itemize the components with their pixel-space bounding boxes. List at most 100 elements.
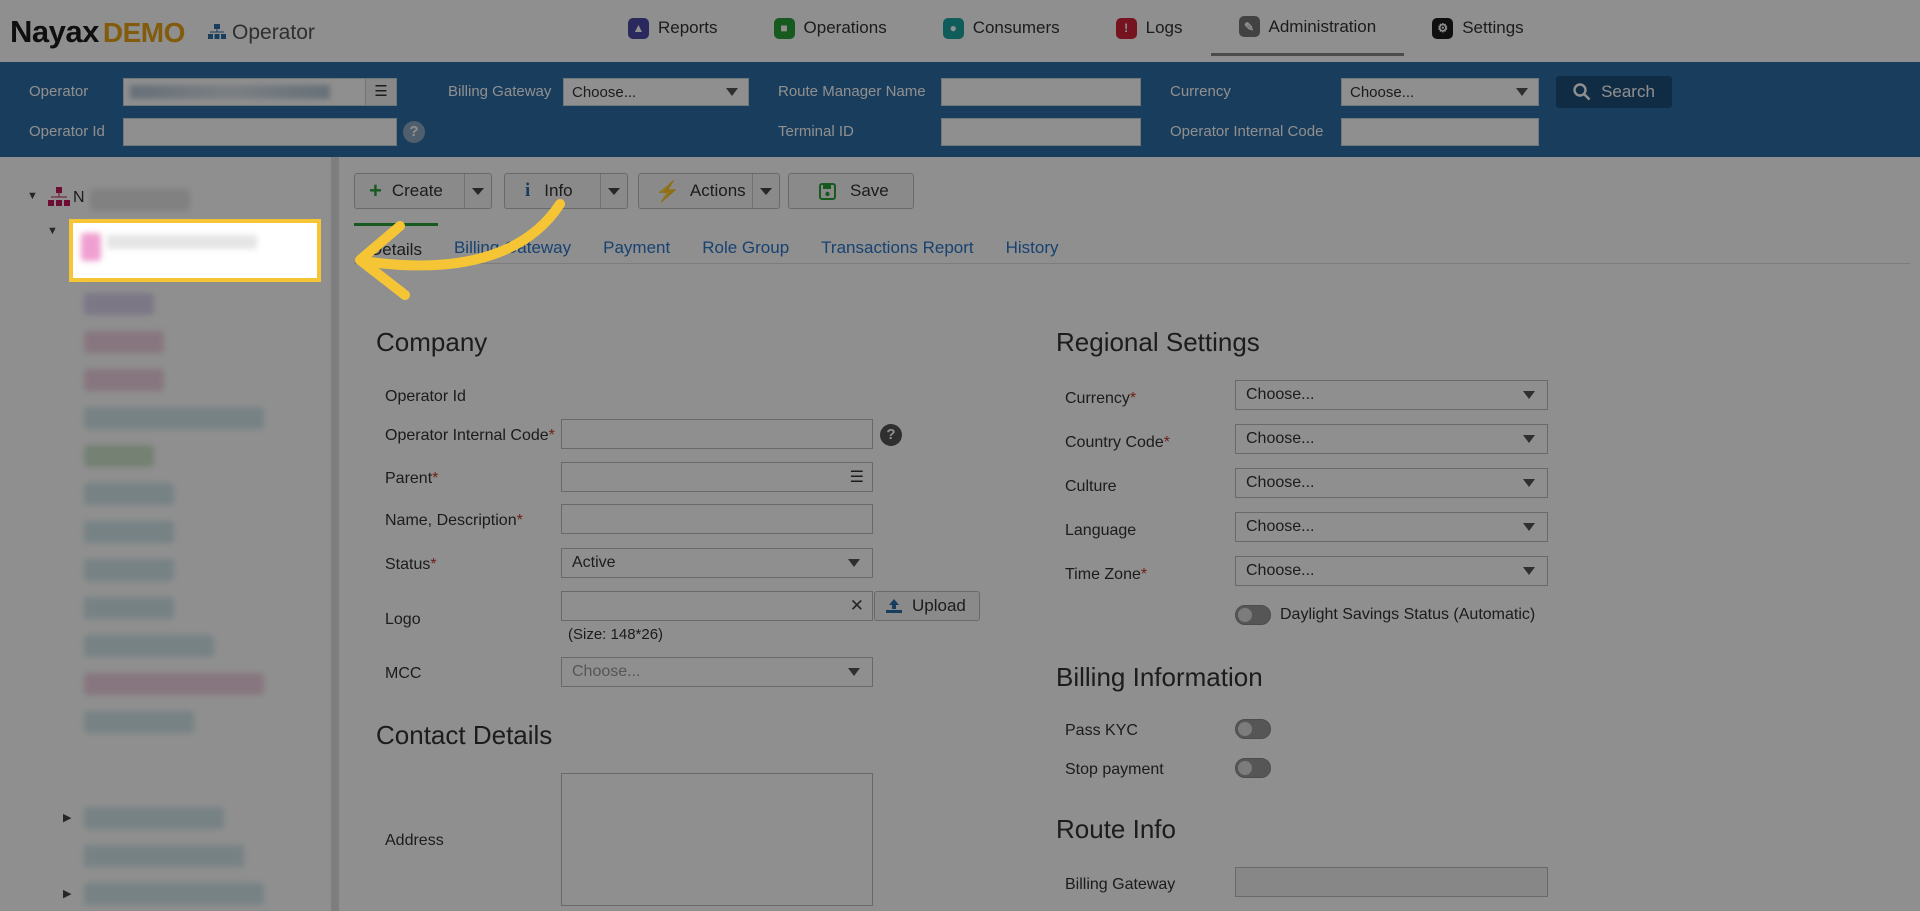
nav-operations[interactable]: ■ Operations (746, 0, 915, 56)
settings-icon: ⚙ (1432, 17, 1454, 39)
tree-item[interactable] (84, 483, 174, 505)
panel-splitter[interactable] (331, 157, 339, 911)
mcc-select[interactable]: Choose... (561, 657, 873, 687)
tree-item[interactable] (84, 369, 164, 391)
actions-button[interactable]: ⚡ Actions (638, 173, 780, 209)
nav-label: Administration (1268, 16, 1377, 36)
list-icon[interactable]: ☰ (365, 79, 396, 105)
actions-dropdown-toggle[interactable] (752, 174, 779, 208)
country-code-select[interactable]: Choose... (1235, 424, 1548, 454)
tree-root-label[interactable]: N (73, 189, 85, 207)
operator-internal-code-filter-input[interactable] (1341, 118, 1539, 146)
help-icon[interactable]: ? (880, 424, 902, 446)
regional-section-title: Regional Settings (1056, 327, 1260, 357)
nav-reports[interactable]: ▲ Reports (600, 0, 746, 56)
label-text: Operator Internal Code (385, 427, 549, 444)
terminal-id-label: Terminal ID (778, 123, 854, 140)
tree-item[interactable] (84, 293, 154, 315)
name-description-field[interactable] (561, 504, 873, 534)
pass-kyc-toggle[interactable] (1235, 719, 1271, 739)
logs-icon: ! (1115, 17, 1137, 39)
info-dropdown-toggle[interactable] (600, 174, 627, 208)
upload-label: Upload (912, 596, 966, 615)
select-value: Choose... (1350, 84, 1415, 101)
tree-item[interactable] (84, 407, 264, 429)
list-icon[interactable]: ☰ (850, 467, 864, 487)
company-section-title: Company (376, 327, 488, 357)
billing-gateway-select[interactable]: Choose... (563, 78, 749, 106)
terminal-id-input[interactable] (941, 118, 1141, 146)
chevron-down-icon[interactable]: ▼ (27, 190, 38, 202)
operator-id-input[interactable] (123, 118, 397, 146)
tab-transactions-report[interactable]: Transactions Report (805, 223, 989, 263)
help-icon[interactable]: ? (403, 121, 425, 143)
time-zone-select[interactable]: Choose... (1235, 556, 1548, 586)
tab-role-group[interactable]: Role Group (686, 223, 805, 263)
tree-item[interactable] (84, 635, 214, 657)
search-button[interactable]: Search (1556, 76, 1672, 108)
route-manager-input[interactable] (941, 78, 1141, 106)
required-marker: * (432, 470, 439, 487)
tree-item[interactable] (90, 189, 190, 211)
tree-item[interactable] (84, 673, 264, 695)
pass-kyc-label: Pass KYC (1065, 722, 1138, 739)
status-select[interactable]: Active (561, 548, 873, 578)
tree-item[interactable] (84, 445, 154, 467)
parent-field[interactable]: ☰ (561, 462, 873, 492)
address-textarea[interactable] (561, 773, 873, 906)
chevron-right-icon[interactable]: ▶ (63, 887, 71, 900)
nav-logs[interactable]: ! Logs (1088, 0, 1211, 56)
language-select[interactable]: Choose... (1235, 512, 1548, 542)
operator-id-field-label: Operator Id (385, 388, 466, 405)
chevron-down-icon[interactable]: ▼ (47, 225, 58, 237)
chevron-down-icon (1523, 391, 1535, 399)
tree-item[interactable] (84, 559, 174, 581)
operator-id-label: Operator Id (29, 123, 105, 140)
clear-icon[interactable]: ✕ (850, 596, 864, 616)
logo-file-field[interactable]: ✕ (561, 591, 873, 621)
save-button[interactable]: Save (788, 173, 914, 209)
tree-item[interactable] (84, 597, 174, 619)
operations-icon: ■ (773, 17, 795, 39)
operator-internal-code-field[interactable] (561, 419, 873, 449)
nav-administration[interactable]: ✎ Administration (1210, 0, 1405, 56)
chevron-down-icon (726, 88, 738, 96)
currency-filter-select[interactable]: Choose... (1341, 78, 1539, 106)
operator-picker-input[interactable]: ☰ (123, 78, 397, 106)
tab-payment[interactable]: Payment (587, 223, 686, 263)
stop-payment-toggle[interactable] (1235, 758, 1271, 778)
dst-toggle[interactable] (1235, 605, 1271, 625)
tab-divider (354, 263, 1910, 264)
nav-label: Reports (658, 18, 718, 37)
logo-size-hint: (Size: 148*26) (568, 626, 664, 643)
currency-select[interactable]: Choose... (1235, 380, 1548, 410)
time-zone-field-label: Time Zone* (1065, 566, 1147, 584)
culture-select[interactable]: Choose... (1235, 468, 1548, 498)
nav-settings[interactable]: ⚙ Settings (1404, 0, 1551, 56)
highlighted-tree-node[interactable] (69, 219, 321, 282)
billing-gateway-label: Billing Gateway (448, 83, 552, 100)
tree-item[interactable] (84, 883, 264, 905)
parent-field-label: Parent* (385, 470, 438, 488)
route-billing-gateway-label: Billing Gateway (1065, 876, 1176, 893)
chevron-down-icon (1523, 523, 1535, 531)
nayax-logo[interactable]: Nayax DEMO (10, 14, 185, 50)
tree-item[interactable] (84, 331, 164, 353)
upload-button[interactable]: Upload (874, 591, 980, 621)
nav-consumers[interactable]: ● Consumers (915, 0, 1088, 56)
tab-history[interactable]: History (990, 223, 1075, 263)
brand-demo: DEMO (102, 17, 186, 48)
chevron-down-icon (1523, 479, 1535, 487)
nav-label: Consumers (972, 18, 1060, 37)
tree-item[interactable] (84, 807, 224, 829)
language-field-label: Language (1065, 522, 1137, 539)
tree-item[interactable] (84, 845, 244, 867)
chevron-right-icon[interactable]: ▶ (63, 811, 71, 824)
tree-item[interactable] (84, 711, 194, 733)
chevron-down-icon (848, 559, 860, 567)
tutorial-arrow-icon (355, 199, 565, 300)
tree-item[interactable] (84, 521, 174, 543)
upload-icon (886, 599, 902, 613)
actions-label: Actions (689, 181, 746, 200)
route-section-title: Route Info (1056, 814, 1176, 844)
